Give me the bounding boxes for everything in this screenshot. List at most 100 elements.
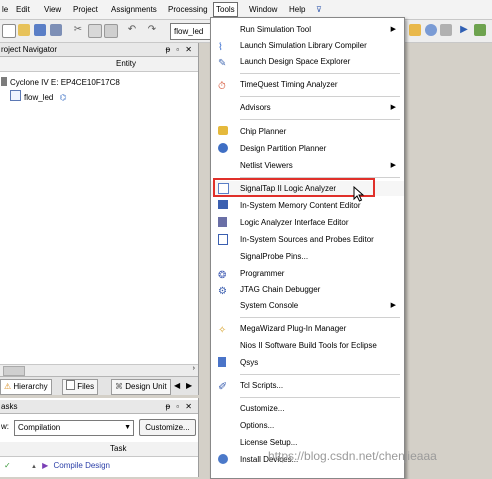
paste-icon[interactable] [104, 24, 118, 38]
menu-tools[interactable]: Tools [213, 2, 238, 17]
menu-item-timequest-timing-analyzer[interactable]: ⏱ TimeQuest Timing Analyzer [211, 77, 404, 92]
menu-item-logic-analyzer-interface-editor[interactable]: Logic Analyzer Interface Editor [211, 215, 404, 230]
menu-file[interactable]: le [0, 3, 10, 16]
flow-chevron-down-icon[interactable]: ▼ [124, 421, 131, 435]
tab-scroll-left-icon[interactable]: ◀ [174, 381, 180, 390]
navigator-tabs: ⚠ Hierarchy Files ⌘ Design Unit ◀ ▶ [0, 376, 198, 395]
hierarchy-icon: ⌬ [59, 93, 67, 102]
menu-item-customize[interactable]: Customize... [211, 401, 404, 416]
menu-item-options[interactable]: Options... [211, 418, 404, 433]
tasks-panel-controls[interactable]: ᵽ ▫ ✕ [166, 400, 194, 413]
menu-item-programmer[interactable]: ❂ Programmer [211, 266, 404, 281]
new-file-icon[interactable] [2, 24, 16, 38]
scrollbar-thumb[interactable] [3, 366, 25, 376]
save-icon[interactable] [34, 24, 46, 36]
panel-controls[interactable]: ᵽ ▫ ✕ [166, 43, 194, 56]
menu-item-chip-planner[interactable]: Chip Planner [211, 124, 404, 139]
menu-item-label: Design Partition Planner [240, 144, 327, 153]
menu-window[interactable]: Window [247, 3, 279, 16]
memory-editor-icon [218, 200, 228, 209]
save-all-icon[interactable] [50, 24, 62, 36]
compile-tool-icon[interactable] [409, 24, 421, 36]
menu-item-signalprobe-pins[interactable]: SignalProbe Pins... [211, 249, 404, 264]
menu-help[interactable]: Help [287, 3, 307, 16]
scroll-right-icon[interactable]: › [193, 365, 195, 372]
menu-item-label: License Setup... [240, 438, 298, 447]
settings-tool-icon[interactable] [425, 24, 437, 36]
entity-column-header[interactable]: Entity [0, 57, 198, 72]
menu-item-label: Tcl Scripts... [240, 381, 284, 390]
device-icon [1, 77, 7, 86]
tab-scroll-right-icon[interactable]: ▶ [186, 381, 192, 390]
workspace-background [403, 43, 492, 477]
megawizard-icon: ✧ [218, 325, 227, 336]
play-icon[interactable]: ▶ [458, 24, 470, 36]
task-column-header[interactable]: Task [0, 442, 198, 457]
menu-item-launch-simulation-library-compiler[interactable]: ⌇ Launch Simulation Library Compiler [211, 38, 404, 53]
expand-icon[interactable]: ▲ [31, 464, 37, 470]
menu-item-launch-design-space-explorer[interactable]: ✎ Launch Design Space Explorer [211, 54, 404, 69]
menu-assignments[interactable]: Assignments [109, 3, 159, 16]
device-row[interactable]: Cyclone IV E: EP4CE10F17C8 [1, 76, 120, 89]
menu-item-license-setup[interactable]: License Setup... [211, 435, 404, 450]
menu-help-icon[interactable]: ⊽ [314, 3, 324, 16]
project-combo-value: flow_led [174, 27, 204, 36]
menu-separator [240, 73, 400, 74]
tab-files[interactable]: Files [62, 379, 99, 395]
menu-item-system-console[interactable]: System Console ▶ [211, 298, 404, 313]
menu-item-label: Customize... [240, 404, 285, 413]
menu-item-design-partition-planner[interactable]: Design Partition Planner [211, 141, 404, 156]
menu-view[interactable]: View [42, 3, 63, 16]
project-navigator-title-bar: roject Navigator ᵽ ▫ ✕ [0, 43, 198, 57]
menu-item-label: Launch Design Space Explorer [240, 57, 351, 66]
menu-item-label: Programmer [240, 269, 285, 278]
menu-item-netlist-viewers[interactable]: Netlist Viewers ▶ [211, 158, 404, 173]
menu-item-run-simulation-tool[interactable]: Run Simulation Tool ▶ [211, 22, 404, 37]
tcl-icon: ✐ [218, 381, 228, 393]
task-row[interactable]: ✓ ▲ ▶ Compile Design [4, 459, 110, 472]
menu-separator [240, 374, 400, 375]
chip-tool-icon[interactable] [440, 24, 452, 36]
menu-item-megawizard-plug-in-manager[interactable]: ✧ MegaWizard Plug-In Manager [211, 321, 404, 336]
undo-icon[interactable]: ↶ [126, 24, 138, 36]
copy-icon[interactable] [88, 24, 102, 38]
project-navigator-panel: roject Navigator ᵽ ▫ ✕ Entity Cyclone IV… [0, 43, 199, 395]
redo-icon[interactable]: ↷ [146, 24, 158, 36]
menu-item-label: System Console [240, 301, 299, 310]
menu-item-tcl-scripts[interactable]: ✐ Tcl Scripts... [211, 378, 404, 393]
menu-item-label: In-System Sources and Probes Editor [240, 235, 374, 244]
menu-item-label: Advisors [240, 103, 271, 112]
top-entity-row[interactable]: flow_led ⌬ [10, 90, 67, 103]
menu-item-qsys[interactable]: Qsys [211, 355, 404, 370]
tab-files-label: Files [77, 382, 95, 391]
menu-edit[interactable]: Edit [14, 3, 32, 16]
jtag-icon: ⚙ [218, 286, 227, 297]
tasks-title: asks [1, 402, 18, 411]
customize-button[interactable]: Customize... [139, 419, 196, 436]
flow-select[interactable]: Compilation ▼ [14, 420, 134, 436]
dse-icon: ✎ [218, 58, 227, 69]
programmer-tool-icon[interactable] [474, 24, 486, 36]
cut-icon[interactable]: ✂ [72, 24, 84, 36]
menu-item-label: MegaWizard Plug-In Manager [240, 324, 347, 333]
highlight-box [213, 178, 375, 197]
open-folder-icon[interactable] [18, 24, 30, 36]
chip-planner-icon [218, 126, 228, 135]
files-tab-icon [66, 380, 75, 390]
menu-item-in-system-memory-content-editor[interactable]: In-System Memory Content Editor [211, 198, 404, 213]
programmer-icon: ❂ [218, 270, 227, 281]
menu-item-nios-ii-software-build-tools[interactable]: Nios II Software Build Tools for Eclipse [211, 338, 404, 353]
menu-project[interactable]: Project [71, 3, 100, 16]
menu-processing[interactable]: Processing [166, 3, 210, 16]
menu-item-in-system-sources-and-probes-editor[interactable]: In-System Sources and Probes Editor [211, 232, 404, 247]
menu-item-jtag-chain-debugger[interactable]: ⚙ JTAG Chain Debugger [211, 282, 404, 297]
horizontal-scrollbar[interactable]: › [0, 364, 198, 376]
menu-item-advisors[interactable]: Advisors ▶ [211, 100, 404, 115]
top-entity-label: flow_led [24, 93, 54, 102]
qsys-icon [218, 357, 226, 367]
tab-hierarchy[interactable]: ⚠ Hierarchy [0, 379, 52, 395]
tab-design-units[interactable]: ⌘ Design Unit [111, 379, 171, 395]
menu-item-label: JTAG Chain Debugger [240, 285, 321, 294]
tab-design-units-label: Design Unit [125, 382, 167, 391]
menu-item-label: TimeQuest Timing Analyzer [240, 80, 338, 89]
